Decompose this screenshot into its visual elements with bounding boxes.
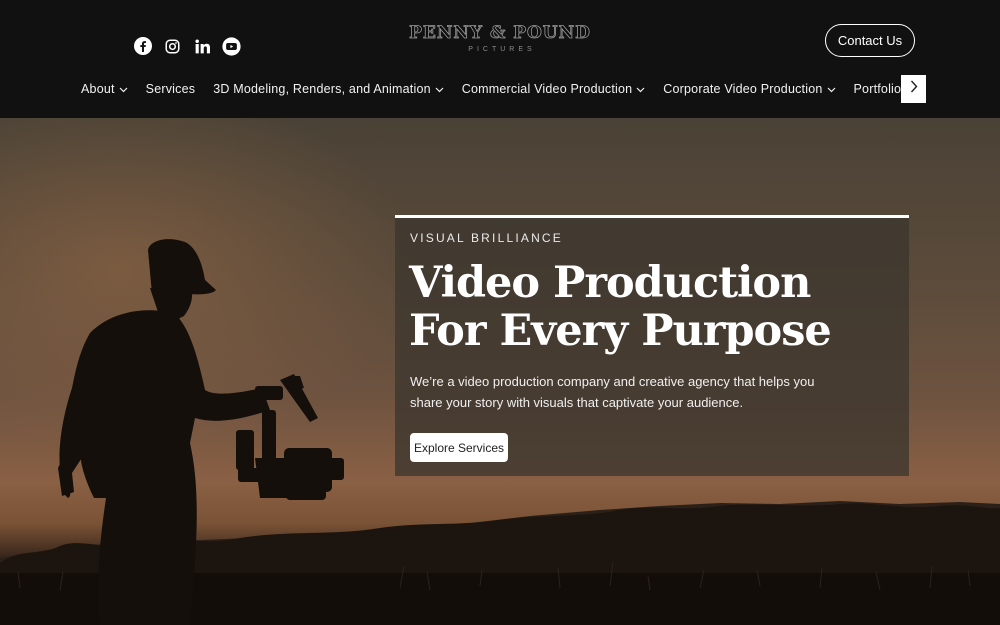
main-nav: About Services 3D Modeling, Renders, and… — [81, 78, 901, 100]
chevron-down-icon — [636, 82, 645, 96]
chevron-right-icon — [910, 80, 918, 98]
contact-us-button[interactable]: Contact Us — [825, 24, 915, 57]
logo-wordmark: PENNY & POUND — [409, 23, 591, 44]
instagram-icon[interactable] — [162, 36, 182, 56]
logo-subtitle: PICTURES — [468, 46, 536, 53]
nav-item-commercial-video[interactable]: Commercial Video Production — [462, 82, 646, 96]
hero-content-card: VISUAL BRILLIANCE Video Production For E… — [395, 215, 909, 476]
hero-headline: Video Production For Every Purpose — [409, 258, 832, 356]
youtube-icon[interactable] — [221, 36, 241, 56]
nav-item-label: 3D Modeling, Renders, and Animation — [213, 82, 431, 96]
nav-item-label: Commercial Video Production — [461, 82, 633, 96]
nav-item-3d-modeling[interactable]: 3D Modeling, Renders, and Animation — [213, 82, 444, 96]
nav-item-about[interactable]: About — [81, 82, 128, 96]
explore-services-button[interactable]: Explore Services — [410, 433, 508, 462]
hero-eyebrow: VISUAL BRILLIANCE — [410, 231, 563, 245]
hero-description: We’re a video production company and cre… — [410, 374, 815, 410]
facebook-icon[interactable] — [133, 36, 153, 56]
nav-item-label: Corporate Video Production — [663, 82, 823, 96]
nav-item-services[interactable]: Services — [146, 82, 196, 96]
chevron-down-icon — [827, 82, 836, 96]
linkedin-icon[interactable] — [192, 36, 212, 56]
nav-item-corporate-video[interactable]: Corporate Video Production — [663, 82, 835, 96]
nav-scroll-next-button[interactable] — [901, 75, 926, 103]
nav-item-label: Portfolio — [853, 82, 902, 96]
nav-item-portfolio[interactable]: Portfolio — [854, 82, 902, 96]
nav-item-label: About — [81, 82, 115, 96]
hero-section: VISUAL BRILLIANCE Video Production For E… — [0, 118, 1000, 625]
site-header: PENNY & POUND PICTURES Contact Us About … — [0, 0, 1000, 118]
brand-logo[interactable]: PENNY & POUND PICTURES — [380, 22, 620, 58]
chevron-down-icon — [435, 82, 444, 96]
nav-item-label: Services — [145, 82, 196, 96]
chevron-down-icon — [119, 82, 128, 96]
